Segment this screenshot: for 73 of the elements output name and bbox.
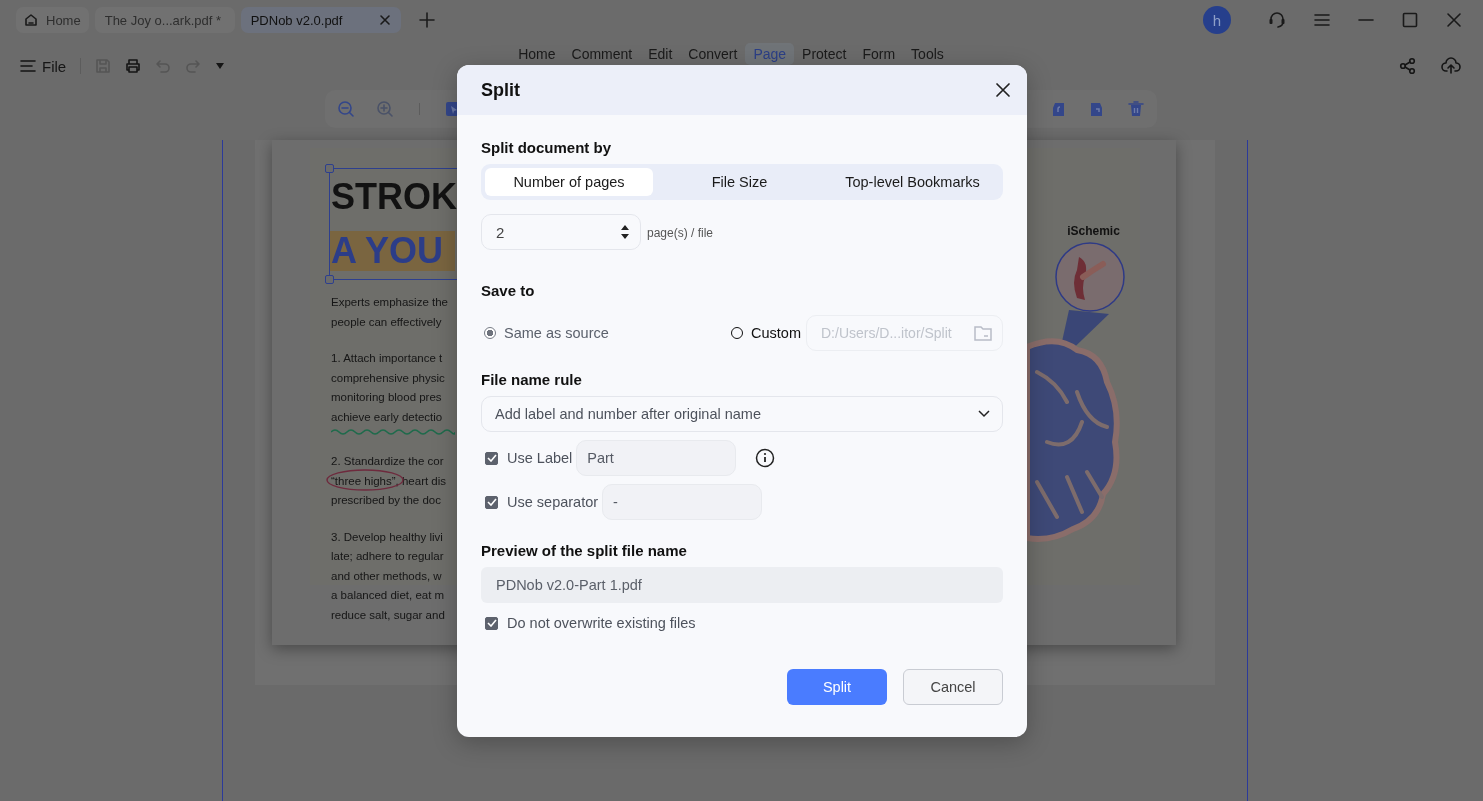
body-text: 1. Attach importance t [331,351,443,366]
tab[interactable]: PDNob v2.0.pdf [240,7,401,33]
text-field[interactable]: Part [576,440,737,476]
split-button[interactable]: Split [787,669,887,705]
file-menu[interactable]: File [20,57,67,75]
body-text: prescribed by the doc [331,493,441,508]
add-tab-icon[interactable] [418,12,435,28]
menu-tab[interactable]: Edit [640,43,681,65]
body-text: late; adhere to regular [331,549,444,564]
avatar[interactable]: h [1203,6,1231,34]
menu-tab[interactable]: Protect [794,43,855,65]
resize-handle[interactable] [325,164,334,173]
trash-icon[interactable] [1127,100,1145,118]
body-text: and other methods, w [331,568,442,584]
headset-icon[interactable] [1267,10,1287,30]
stepper-arrows-icon[interactable] [620,224,630,240]
dropdown-caret-icon[interactable] [215,62,226,70]
body-text: monitoring blood pres [331,390,442,405]
menu-tab[interactable]: Comment [563,43,641,65]
segment-tab[interactable]: Number of pages [485,168,653,196]
checkbox-option[interactable]: Do not overwrite existing files [481,615,1003,631]
text-field[interactable]: - [602,484,763,520]
tab[interactable]: Home [16,7,89,33]
segment-tab[interactable]: Top-level Bookmarks [826,168,999,196]
radio-button[interactable] [484,327,496,339]
headline: STROK [330,177,458,217]
dropdown[interactable]: Add label and number after original name [481,396,1003,432]
section-heading: File name rule [481,371,583,388]
cancel-button[interactable]: Cancel [903,669,1003,705]
resize-handle[interactable] [325,275,334,284]
body-text: a balanced diet, eat m [331,588,445,603]
menu-tab[interactable]: Home [510,43,564,65]
body-text: 2. Standardize the cor [331,454,444,469]
body-text: reduce salt, sugar and [331,607,445,623]
preview-field: PDNob v2.0-Part 1.pdf [481,567,1003,603]
chevron-down-icon[interactable] [978,410,990,418]
figure-label: iSchemic [1067,224,1120,238]
checkbox[interactable] [485,495,498,509]
checkbox[interactable] [485,616,498,630]
unit-label: page(s) / file [647,226,714,240]
body-text: achieve early detectio [331,409,443,425]
checkbox[interactable] [485,451,498,465]
segment-tab[interactable]: File Size [653,168,826,196]
menu-icon[interactable] [1313,11,1331,29]
body-text: Experts emphasize the [331,295,448,310]
radio-option[interactable]: Same as source [481,325,609,341]
maximize-icon[interactable] [1401,11,1419,29]
checkbox-option[interactable]: Use Label [481,450,573,466]
info-icon[interactable] [755,448,776,468]
zoom-out-icon[interactable] [337,100,355,118]
share-icon[interactable] [1399,57,1417,75]
menu-tab[interactable]: Form [854,43,904,65]
print-icon[interactable] [125,58,142,74]
body-text: comprehensive physic [331,370,445,386]
dialog-title: Split [481,79,520,101]
body-text: 3. Develop healthy livi [331,529,443,545]
menu-icon [20,59,36,73]
cloud-upload-icon[interactable] [1441,57,1461,75]
body-text: people can effectively [331,314,442,330]
home-icon [24,13,38,27]
section-heading: Preview of the split file name [481,542,688,559]
menu-tab[interactable]: Page [745,43,795,65]
radio-option[interactable]: Custom [728,325,801,341]
close-icon[interactable] [995,82,1011,98]
section-heading: Save to [481,282,536,299]
menu-tab[interactable]: Convert [680,43,746,65]
tab[interactable]: The Joy o...ark.pdf * [94,7,235,33]
section-heading: Split document by [481,139,612,156]
body-text: “three highs”, heart dis [331,473,447,489]
checkbox-option[interactable]: Use separator [481,494,599,510]
headline: A YOU [330,231,455,271]
number-field[interactable]: 2 [481,214,641,250]
menu-tab[interactable]: Tools [903,43,952,65]
